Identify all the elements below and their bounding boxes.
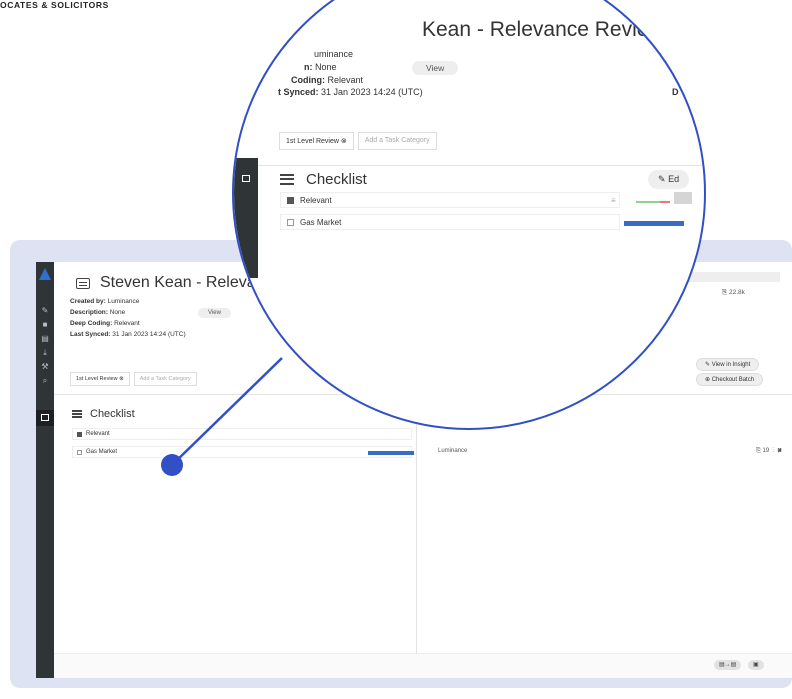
zoomed-coding-label: Coding: [291, 75, 325, 85]
list-icon [72, 410, 82, 418]
checkbox-checked[interactable] [77, 431, 82, 437]
checklist-header: Checklist [72, 408, 135, 420]
zoomed-synced-value: 31 Jan 2023 14:24 (UTC) [321, 87, 423, 97]
documents-icon: ⎘ [722, 289, 728, 296]
doc-count: ⎘ 22.8k [722, 289, 745, 297]
edit-button[interactable]: ✎ Ed [648, 170, 690, 189]
checkbox-checked[interactable] [287, 196, 294, 204]
pencil-icon: ✎ [658, 174, 666, 184]
sidebar: ✎ ■ ▤ ⤓ ⚒ ⌕ [36, 262, 54, 678]
checklist-item-label: Relevant [86, 431, 110, 437]
move-batch-icon[interactable]: ▤→▤ [714, 660, 742, 670]
zoomed-coding-value: Relevant [327, 75, 364, 85]
zoomed-checklist-item-gas-market[interactable]: Gas Market [280, 214, 620, 230]
remove-icon[interactable]: ⊗ [341, 138, 347, 145]
assignee-count: 19 [762, 448, 770, 454]
zoomed-checklist-item-relevant[interactable]: Relevant ≡ [280, 192, 620, 208]
zoomed-item-label: Relevant [300, 195, 332, 205]
zoomed-checklist-header: Checklist [280, 171, 367, 188]
view-in-insight-button[interactable]: ✎ View in Insight [696, 358, 760, 371]
task-categories: 1st Level Review ⊗ Add a Task Category [70, 372, 197, 386]
plus-icon: ⊕ [705, 377, 711, 383]
progress-bar [368, 451, 414, 455]
checkbox-unchecked[interactable] [77, 449, 82, 455]
created-by: Created by: Luminance [70, 298, 139, 305]
checkout-batch-button[interactable]: ⊕ Checkout Batch [696, 373, 764, 386]
zoomed-item-label: Gas Market [300, 217, 342, 227]
zoomed-title: Kean - Relevance Review [422, 18, 664, 41]
zoomed-deep-coding: Coding: Relevant [291, 75, 363, 85]
last-synced: Last Synced: 31 Jan 2023 14:24 (UTC) [70, 331, 186, 338]
brand-text: OCATES & SOLICITORS [0, 0, 109, 10]
checklist-item-gas-market[interactable]: Gas Market [72, 446, 414, 458]
documents-icon: ⎘ [756, 448, 761, 454]
assignee-row[interactable]: Luminance ⎘ 19 ⋮ ✖ [438, 448, 782, 455]
review-icon [76, 277, 90, 289]
zoomed-progress-bar [624, 221, 684, 226]
download-icon[interactable]: ⤓ [40, 348, 50, 357]
assignee-stats: ⎘ 19 ⋮ ✖ [756, 448, 782, 455]
zoomed-checklist-title: Checklist [306, 171, 367, 188]
database-icon[interactable] [36, 410, 54, 426]
zoomed-created-by: uminance [314, 49, 354, 59]
zoomed-view-button[interactable]: View [412, 61, 459, 75]
add-category-input[interactable]: Add a Task Category [133, 372, 197, 386]
list-icon [280, 174, 294, 185]
edit-button-label: Ed [668, 174, 680, 184]
zoomed-divider [258, 165, 704, 166]
zoomed-truncated-label: D [672, 87, 679, 97]
zoomed-task-categories: 1st Level Review ⊗ Add a Task Category [279, 132, 437, 150]
zoomed-description-value: None [315, 62, 337, 72]
checklist-item-relevant[interactable]: Relevant [72, 428, 412, 440]
created-by-value: Luminance [107, 298, 140, 305]
description-value: None [109, 309, 126, 316]
wrench-icon[interactable]: ⚒ [40, 362, 50, 371]
checkout-batch-label: Checkout Batch [711, 377, 755, 383]
zoomed-synced-label: t Synced: [278, 87, 319, 97]
panel-divider [416, 422, 417, 654]
checkbox-unchecked[interactable] [287, 218, 294, 226]
zoomed-last-synced: t Synced: 31 Jan 2023 14:24 (UTC) [278, 87, 423, 97]
insight-icon: ✎ [705, 362, 711, 368]
mini-chart-bar [674, 192, 692, 204]
more-icon[interactable]: ⋮ [773, 448, 775, 454]
last-synced-label: Last Synced: [70, 331, 111, 338]
zoomed-description: n: None [304, 62, 337, 72]
deep-coding-label: Deep Coding: [70, 320, 113, 327]
close-icon[interactable]: ✖ [777, 448, 782, 454]
brush-icon[interactable]: ✎ [40, 306, 50, 315]
checklist-item-label: Gas Market [86, 449, 118, 455]
search-icon[interactable]: ⌕ [40, 376, 50, 385]
database-icon[interactable] [242, 175, 250, 182]
deep-coding: Deep Coding: Relevant [70, 320, 140, 327]
zoomed-add-category-input[interactable]: Add a Task Category [357, 132, 437, 150]
zoomed-category-label: 1st Level Review [286, 138, 339, 145]
zoomed-sidebar [234, 158, 258, 278]
zoomed-description-label: n: [304, 62, 313, 72]
book-icon[interactable]: ▤ [40, 334, 50, 343]
description: Description: None [70, 309, 125, 316]
logo-icon[interactable] [39, 268, 51, 280]
zoomed-category-chip[interactable]: 1st Level Review ⊗ [279, 132, 354, 150]
category-chip-label: 1st Level Review [76, 376, 118, 382]
view-in-insight-label: View in Insight [711, 362, 751, 368]
delete-icon[interactable]: ▣ [748, 660, 764, 670]
document-icon[interactable]: ■ [40, 320, 50, 329]
menu-icon[interactable]: ≡ [611, 196, 616, 205]
pencil-icon[interactable]: ✎ [644, 21, 657, 41]
checklist-title: Checklist [90, 408, 135, 420]
mini-chart [636, 192, 692, 204]
last-synced-value: 31 Jan 2023 14:24 (UTC) [112, 331, 186, 338]
bottom-toolbar: ▤→▤ ▣ [54, 653, 792, 678]
assignee-name: Luminance [438, 448, 468, 454]
doc-count-value: 22.8k [729, 289, 745, 296]
view-description-button[interactable]: View [198, 308, 231, 318]
category-chip[interactable]: 1st Level Review ⊗ [70, 372, 130, 386]
deep-coding-value: Relevant [114, 320, 140, 327]
description-label: Description: [70, 309, 108, 316]
remove-icon[interactable]: ⊗ [119, 376, 124, 382]
created-by-label: Created by: [70, 298, 106, 305]
